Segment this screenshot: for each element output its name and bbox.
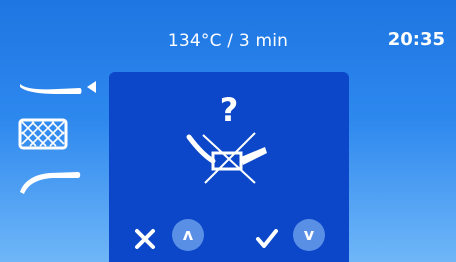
question-mark: ? [219, 91, 239, 129]
chevron-down-icon: v [303, 225, 315, 244]
cancel-button[interactable] [133, 227, 157, 251]
chevron-up-icon: ʌ [182, 225, 194, 244]
down-button[interactable]: v [293, 219, 325, 251]
sidebar-item-instrument[interactable] [18, 80, 84, 98]
selection-pointer [87, 81, 96, 93]
basket-icon [18, 118, 68, 150]
confirm-dialog: ? ʌ v [109, 72, 349, 262]
checkmark-icon [255, 227, 279, 251]
curved-instrument-icon [18, 166, 82, 196]
device-screen: 134°C / 3 min 20:35 ? ʌ v [0, 0, 456, 262]
instrument-icon [18, 80, 84, 98]
confirm-button[interactable] [255, 227, 279, 251]
clock: 20:35 [387, 29, 445, 50]
crossed-out-handpiece-icon [183, 131, 275, 185]
up-button[interactable]: ʌ [172, 219, 204, 251]
close-icon [133, 227, 157, 251]
sidebar-item-curved-instrument[interactable] [18, 166, 82, 196]
sidebar-item-basket[interactable] [18, 118, 68, 150]
